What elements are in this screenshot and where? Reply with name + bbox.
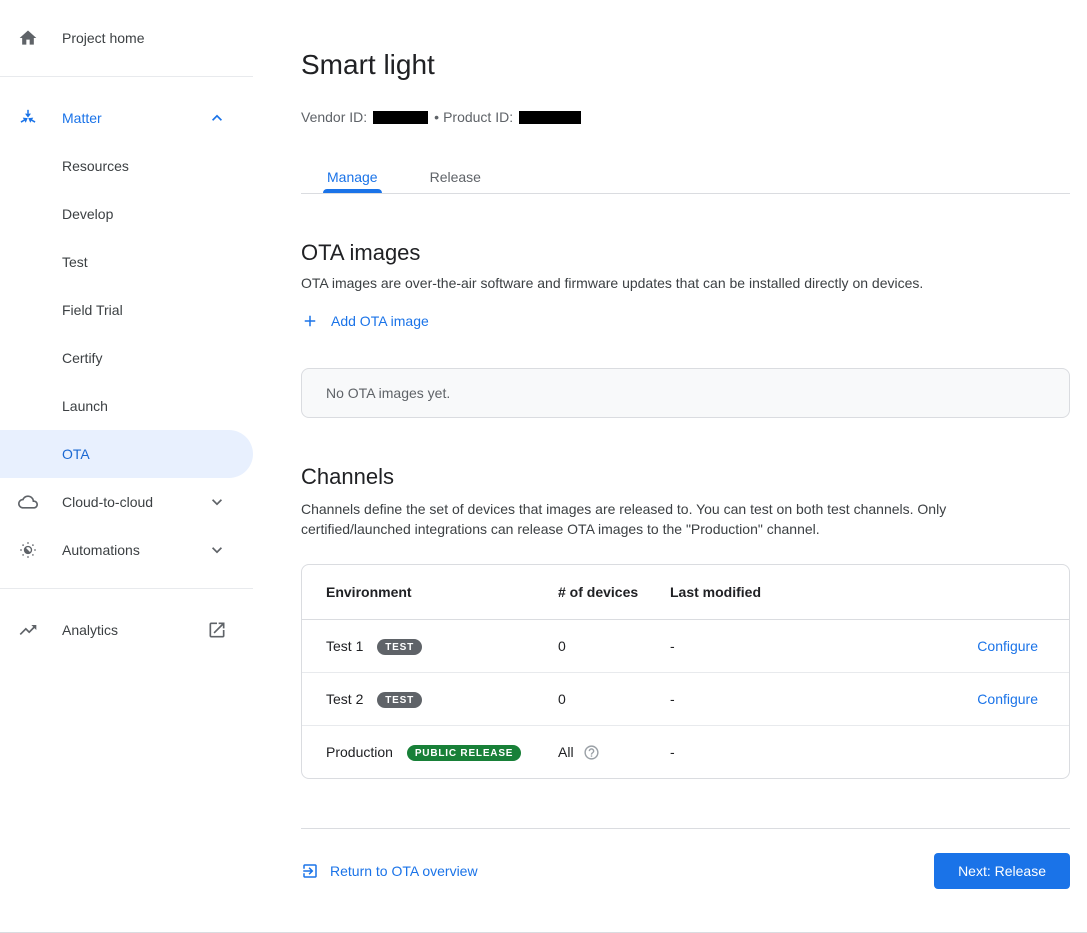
divider: [0, 588, 253, 589]
chevron-up-icon[interactable]: [207, 108, 227, 128]
tab-bar: Manage Release: [301, 160, 1070, 194]
sidebar-item-label: Automations: [62, 542, 207, 558]
section-description: OTA images are over-the-air software and…: [301, 273, 1070, 293]
matter-icon: [18, 108, 38, 128]
sidebar: Project home Matter Resources Develop Te…: [0, 0, 253, 654]
column-last-modified: Last modified: [670, 565, 901, 620]
sidebar-item-automations[interactable]: Automations: [0, 526, 253, 574]
sidebar-item-launch[interactable]: Launch: [0, 382, 253, 430]
section-heading: OTA images: [301, 239, 1070, 267]
ota-images-section: OTA images OTA images are over-the-air s…: [301, 239, 1070, 418]
environment-name: Production: [326, 744, 393, 760]
column-actions: [901, 565, 1069, 620]
cloud-icon: [18, 492, 38, 512]
exit-to-app-icon: [301, 862, 319, 880]
sidebar-item-test[interactable]: Test: [0, 238, 253, 286]
sidebar-item-resources[interactable]: Resources: [0, 142, 253, 190]
sidebar-item-field-trial[interactable]: Field Trial: [0, 286, 253, 334]
meta-separator: •: [434, 107, 439, 127]
main-content: Smart light Vendor ID: • Product ID: Man…: [301, 0, 1070, 889]
tab-manage[interactable]: Manage: [301, 160, 404, 193]
sidebar-item-label: Cloud-to-cloud: [62, 494, 207, 510]
column-devices: # of devices: [558, 565, 670, 620]
table-header-row: Environment # of devices Last modified: [302, 565, 1069, 620]
chevron-down-icon[interactable]: [207, 540, 227, 560]
sidebar-item-ota[interactable]: OTA: [0, 430, 253, 478]
column-environment: Environment: [302, 565, 558, 620]
trending-up-icon: [18, 620, 38, 640]
section-description: Channels define the set of devices that …: [301, 499, 1029, 539]
configure-link[interactable]: Configure: [977, 691, 1038, 707]
device-count: 0: [558, 673, 670, 726]
tab-release[interactable]: Release: [404, 160, 507, 193]
sidebar-item-analytics[interactable]: Analytics: [0, 606, 253, 654]
section-heading: Channels: [301, 463, 1070, 491]
redacted-vendor-id: [373, 111, 428, 124]
redacted-product-id: [519, 111, 581, 124]
sidebar-item-matter[interactable]: Matter: [0, 94, 253, 142]
automations-icon: [18, 540, 38, 560]
sidebar-item-develop[interactable]: Develop: [0, 190, 253, 238]
table-row: Test 1 TEST 0 - Configure: [302, 620, 1069, 673]
test-badge: TEST: [377, 639, 422, 655]
sidebar-item-label: Launch: [62, 398, 108, 414]
sidebar-item-label: Matter: [62, 110, 207, 126]
sidebar-item-label: Field Trial: [62, 302, 123, 318]
sidebar-item-label: Test: [62, 254, 88, 270]
sidebar-item-label: Analytics: [62, 622, 207, 638]
product-meta: Vendor ID: • Product ID:: [301, 107, 1070, 127]
divider: [0, 76, 253, 77]
channels-table: Environment # of devices Last modified T…: [301, 564, 1070, 779]
environment-name: Test 2: [326, 691, 363, 707]
empty-state: No OTA images yet.: [301, 368, 1070, 418]
sidebar-item-label: OTA: [62, 446, 90, 462]
tab-label: Release: [430, 169, 481, 185]
home-icon: [18, 28, 38, 48]
sidebar-item-project-home[interactable]: Project home: [0, 14, 253, 62]
table-row: Production PUBLIC RELEASE All -: [302, 726, 1069, 779]
add-ota-image-label: Add OTA image: [331, 313, 429, 329]
channels-section: Channels Channels define the set of devi…: [301, 463, 1070, 779]
test-badge: TEST: [377, 692, 422, 708]
divider: [301, 828, 1070, 829]
sidebar-item-label: Develop: [62, 206, 113, 222]
sidebar-item-label: Project home: [62, 30, 227, 46]
empty-state-message: No OTA images yet.: [326, 385, 450, 401]
environment-name: Test 1: [326, 638, 363, 654]
footer-actions: Return to OTA overview Next: Release: [301, 853, 1070, 889]
last-modified: -: [670, 673, 901, 726]
next-release-button[interactable]: Next: Release: [934, 853, 1070, 889]
last-modified: -: [670, 620, 901, 673]
configure-link[interactable]: Configure: [977, 638, 1038, 654]
page-title: Smart light: [301, 47, 1070, 83]
help-icon[interactable]: [583, 744, 600, 761]
sidebar-item-cloud-to-cloud[interactable]: Cloud-to-cloud: [0, 478, 253, 526]
plus-icon: [301, 312, 319, 330]
table-row: Test 2 TEST 0 - Configure: [302, 673, 1069, 726]
vendor-id-label: Vendor ID:: [301, 107, 367, 127]
public-release-badge: PUBLIC RELEASE: [407, 745, 521, 761]
return-link-label: Return to OTA overview: [330, 863, 478, 879]
tab-label: Manage: [327, 169, 378, 185]
last-modified: -: [670, 726, 901, 779]
app-window: Project home Matter Resources Develop Te…: [0, 0, 1087, 933]
return-to-ota-overview-link[interactable]: Return to OTA overview: [301, 862, 478, 880]
sidebar-item-label: Certify: [62, 350, 102, 366]
device-count: All: [558, 744, 574, 760]
sidebar-item-label: Resources: [62, 158, 129, 174]
product-id-label: Product ID:: [443, 107, 513, 127]
chevron-down-icon[interactable]: [207, 492, 227, 512]
sidebar-item-certify[interactable]: Certify: [0, 334, 253, 382]
device-count: 0: [558, 620, 670, 673]
external-link-icon: [207, 620, 227, 640]
add-ota-image-button[interactable]: Add OTA image: [301, 309, 429, 333]
